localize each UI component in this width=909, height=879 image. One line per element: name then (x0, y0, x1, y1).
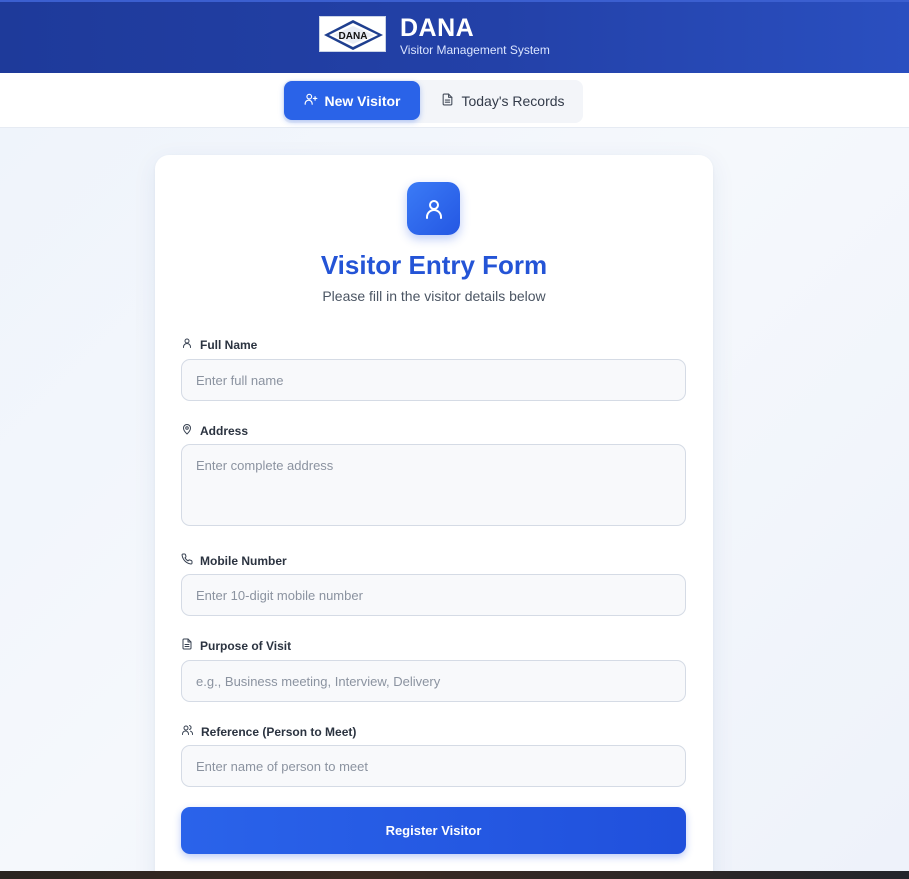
logo-text: DANA (339, 31, 368, 42)
mobile-number-input[interactable] (181, 574, 686, 616)
register-visitor-button[interactable]: Register Visitor (181, 807, 686, 854)
tab-bar: New Visitor Today's Records (0, 73, 909, 128)
reference-label: Reference (Person to Meet) (181, 724, 356, 739)
address-label: Address (181, 423, 248, 438)
app-header: DANA DANA Visitor Management System (0, 0, 909, 73)
full-name-label-text: Full Name (200, 337, 258, 352)
dana-logo: DANA (319, 16, 386, 52)
mobile-label: Mobile Number (181, 553, 287, 568)
map-pin-icon (181, 423, 193, 438)
reference-input[interactable] (181, 745, 686, 787)
purpose-label: Purpose of Visit (181, 638, 291, 653)
phone-icon (181, 553, 193, 568)
purpose-label-text: Purpose of Visit (200, 638, 292, 653)
brand-title: DANA (400, 14, 475, 42)
reference-label-text: Reference (Person to Meet) (201, 724, 357, 739)
document-icon (441, 93, 454, 109)
tab-group: New Visitor Today's Records (283, 80, 583, 123)
form-subtitle: Please fill in the visitor details below (322, 288, 546, 304)
tab-todays-records-label: Today's Records (461, 92, 565, 109)
full-name-input[interactable] (181, 359, 686, 401)
tab-todays-records[interactable]: Today's Records (428, 81, 578, 120)
bottom-strip (0, 871, 909, 879)
form-title: Visitor Entry Form (320, 250, 548, 280)
address-label-text: Address (200, 423, 249, 438)
tab-new-visitor-label: New Visitor (324, 92, 401, 109)
tab-new-visitor[interactable]: New Visitor (284, 81, 420, 120)
user-plus-icon (304, 92, 318, 109)
address-textarea[interactable] (181, 444, 686, 526)
mobile-label-text: Mobile Number (200, 553, 287, 568)
brand-subtitle: Visitor Management System (400, 43, 550, 57)
document-icon (181, 638, 193, 653)
visitor-form-card: Visitor Entry Form Please fill in the vi… (155, 155, 713, 879)
users-icon (181, 724, 194, 739)
purpose-input[interactable] (181, 660, 686, 702)
full-name-label: Full Name (181, 337, 257, 352)
user-icon (407, 182, 460, 235)
user-icon (181, 337, 193, 352)
